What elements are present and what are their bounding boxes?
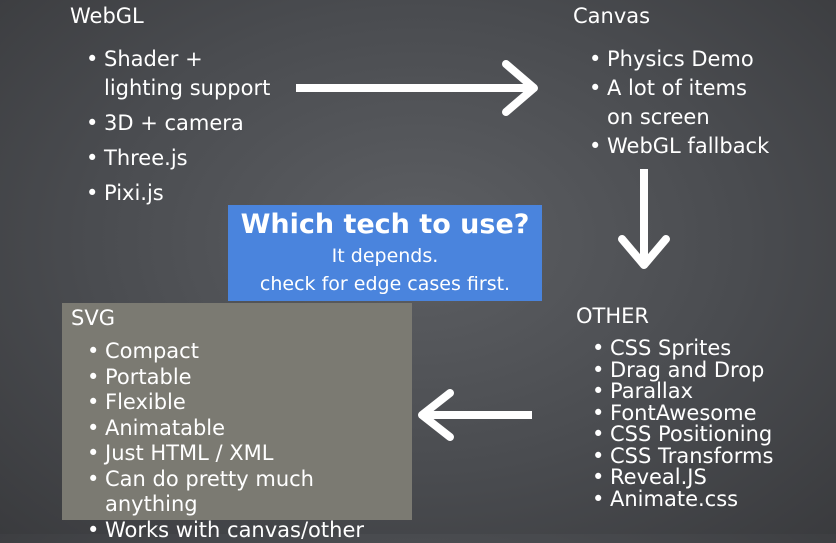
webgl-item-text: Pixi.js [104, 181, 164, 205]
svg-item-text: Compact [105, 339, 199, 363]
list-item: •Flexible [83, 390, 412, 416]
other-item-text: CSS Positioning [610, 422, 772, 446]
list-item: •A lot of items on screen [585, 74, 833, 132]
canvas-item-text: WebGL fallback [607, 134, 769, 158]
svg-section: SVG •Compact •Portable •Flexible •Animat… [62, 303, 412, 520]
canvas-title: Canvas [573, 3, 833, 29]
callout-line-1: It depends. [228, 242, 542, 270]
svg-title: SVG [71, 305, 412, 331]
callout-line-2: check for edge cases first. [228, 270, 542, 298]
callout-headline: Which tech to use? [228, 208, 542, 242]
list-item: •Animatable [83, 416, 412, 442]
arrow-down-icon [614, 165, 674, 273]
list-item: •Pixi.js [82, 179, 330, 208]
list-item: •WebGL fallback [585, 132, 833, 161]
other-title: OTHER [576, 303, 836, 329]
list-item: •CSS Transforms [588, 446, 836, 468]
list-item: •CSS Sprites [588, 338, 836, 360]
webgl-title: WebGL [70, 3, 330, 29]
list-item: •Works with canvas/other [83, 518, 412, 543]
webgl-item-text: 3D + camera [104, 111, 244, 135]
other-item-text: FontAwesome [610, 401, 757, 425]
list-item: •FontAwesome [588, 403, 836, 425]
list-item: •CSS Positioning [588, 424, 836, 446]
list-item: •Portable [83, 365, 412, 391]
arrow-right-icon [292, 60, 544, 116]
center-callout: Which tech to use? It depends. check for… [228, 205, 542, 301]
webgl-section: WebGL •Shader + lighting support •3D + c… [70, 3, 330, 214]
canvas-item-text: Physics Demo [607, 47, 754, 71]
arrow-left-icon [412, 387, 536, 443]
svg-item-text: Portable [105, 365, 192, 389]
other-item-text: CSS Sprites [610, 336, 731, 360]
webgl-item-text: Three.js [104, 146, 188, 170]
list-item: •Parallax [588, 381, 836, 403]
other-item-text: Drag and Drop [610, 358, 764, 382]
svg-list: •Compact •Portable •Flexible •Animatable… [83, 339, 412, 543]
svg-item-text: Just HTML / XML [105, 441, 273, 465]
other-section: OTHER •CSS Sprites •Drag and Drop •Paral… [576, 303, 836, 510]
list-item: •Compact [83, 339, 412, 365]
list-item: •Physics Demo [585, 45, 833, 74]
webgl-item-text: Shader + lighting support [104, 47, 270, 100]
svg-item-text: Animatable [105, 416, 225, 440]
list-item: •Three.js [82, 144, 330, 173]
svg-item-text: Works with canvas/other [105, 518, 364, 542]
svg-item-text: Can do pretty much anything [105, 467, 314, 517]
other-item-text: Animate.css [610, 487, 738, 511]
svg-item-text: Flexible [105, 390, 186, 414]
other-list: •CSS Sprites •Drag and Drop •Parallax •F… [588, 338, 836, 510]
other-item-text: CSS Transforms [610, 444, 773, 468]
other-item-text: Parallax [610, 379, 693, 403]
canvas-list: •Physics Demo •A lot of items on screen … [585, 45, 833, 161]
other-item-text: Reveal.JS [610, 465, 707, 489]
list-item: •Reveal.JS [588, 467, 836, 489]
canvas-item-text: A lot of items on screen [607, 76, 747, 129]
list-item: •Animate.css [588, 489, 836, 511]
list-item: •Just HTML / XML [83, 441, 412, 467]
list-item: •Can do pretty much anything [83, 467, 412, 518]
list-item: •Drag and Drop [588, 360, 836, 382]
canvas-section: Canvas •Physics Demo •A lot of items on … [573, 3, 833, 161]
